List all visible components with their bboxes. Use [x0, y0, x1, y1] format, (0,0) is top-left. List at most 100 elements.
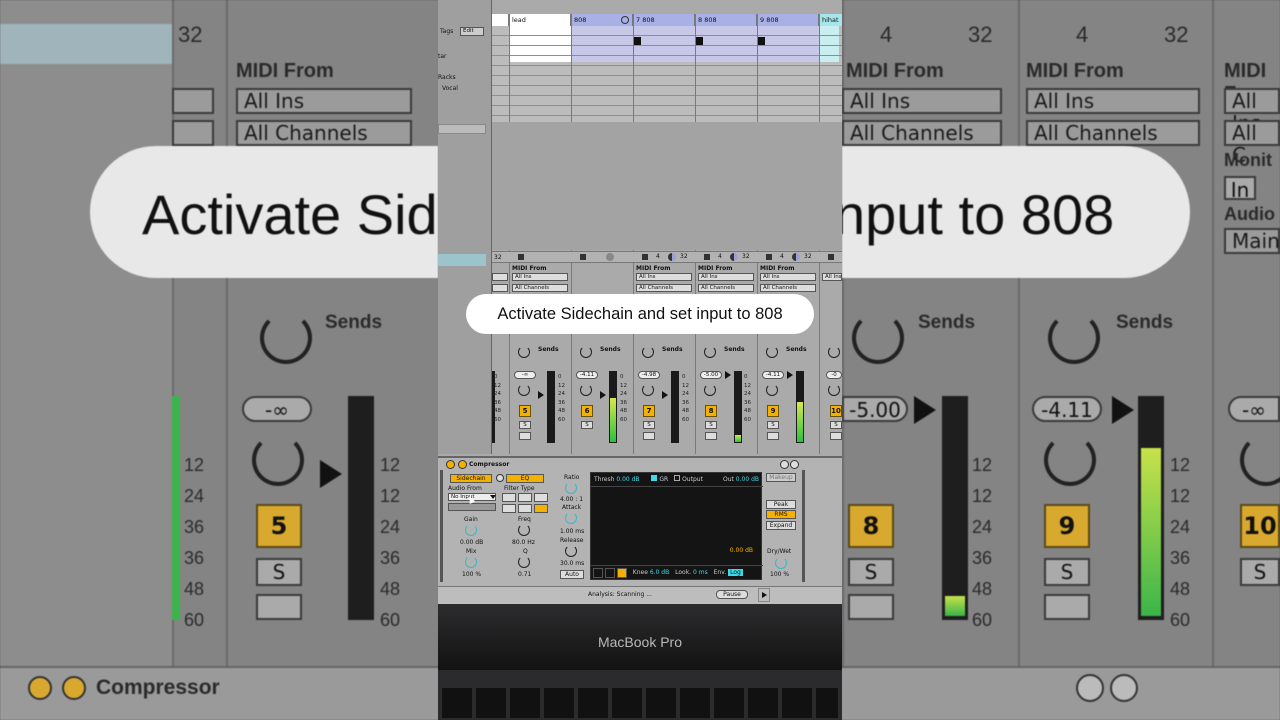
arm-button[interactable] — [705, 432, 717, 440]
mix-knob[interactable] — [465, 556, 477, 568]
fader-arrow-icon[interactable] — [538, 391, 544, 399]
track-header-8-808[interactable]: 8 808 — [695, 14, 757, 26]
filter-bandpass-button[interactable] — [518, 493, 532, 502]
browser-item[interactable]: tar — [438, 53, 447, 60]
ratio-knob[interactable] — [565, 482, 577, 494]
track-header-808[interactable]: 808 — [571, 14, 633, 26]
pan-knob[interactable] — [704, 384, 716, 396]
device-expand-icon[interactable] — [458, 460, 467, 469]
device-power-icon[interactable] — [446, 460, 455, 469]
volume-field[interactable]: -4.11 — [576, 371, 598, 379]
midi-channel-select[interactable]: All Channels — [636, 284, 692, 292]
pan-icon[interactable] — [792, 253, 800, 261]
q-knob[interactable] — [518, 556, 530, 568]
solo-button[interactable]: S — [830, 421, 842, 429]
midi-channel-select[interactable]: All Channels — [760, 284, 816, 292]
filter-lowshelf-button[interactable] — [502, 504, 516, 513]
save-preset-icon[interactable] — [790, 460, 799, 469]
browser-item[interactable]: Vocal — [442, 85, 458, 92]
sidechain-button[interactable]: Sidechain — [450, 474, 492, 483]
send-a-knob[interactable] — [828, 346, 840, 358]
expand-arrow-icon[interactable] — [758, 588, 770, 602]
fader-arrow-icon[interactable] — [787, 371, 793, 379]
arm-button[interactable] — [519, 432, 531, 440]
stop-button[interactable] — [642, 254, 648, 260]
track-header-hihat[interactable]: hihat — [819, 14, 842, 26]
sidechain-eq-button[interactable]: EQ — [506, 474, 544, 483]
env-mode-button[interactable] — [616, 567, 627, 578]
send-a-knob[interactable] — [518, 346, 530, 358]
midi-from-select[interactable]: All Ins — [636, 273, 692, 281]
pan-icon[interactable] — [668, 253, 676, 261]
track-header-9-808[interactable]: 9 808 — [757, 14, 819, 26]
midi-from-select[interactable]: All Ins — [512, 273, 568, 281]
solo-button[interactable]: S — [705, 421, 717, 429]
env-mode-button[interactable] — [593, 567, 603, 578]
hot-swap-icon[interactable] — [780, 460, 789, 469]
send-a-knob[interactable] — [580, 346, 592, 358]
track-activator[interactable]: 6 — [581, 405, 593, 417]
clip-stop-icon[interactable] — [757, 37, 765, 45]
browser-item[interactable]: Racks — [438, 74, 456, 81]
volume-field[interactable]: -5.00 — [700, 371, 722, 379]
send-a-knob[interactable] — [642, 346, 654, 358]
peak-button[interactable]: Peak — [766, 500, 796, 509]
pan-knob[interactable] — [518, 384, 530, 396]
track-header-7-808[interactable]: 7 808 — [633, 14, 695, 26]
fader-arrow-icon[interactable] — [725, 371, 731, 379]
midi-channel-select[interactable] — [492, 284, 508, 292]
stop-button[interactable] — [828, 254, 834, 260]
volume-field[interactable]: -0 — [826, 371, 842, 379]
volume-field[interactable]: -4.98 — [638, 371, 660, 379]
filter-highpass-button[interactable] — [534, 493, 548, 502]
knee-value[interactable]: 6.0 dB — [650, 569, 669, 576]
midi-from-select[interactable]: All Ins — [698, 273, 754, 281]
clip-stop-icon[interactable] — [633, 37, 641, 45]
midi-from-select[interactable]: All Ins — [760, 273, 816, 281]
edit-button[interactable]: Edit — [460, 27, 484, 36]
track-activator[interactable]: 10 — [830, 405, 842, 417]
send-a-knob[interactable] — [766, 346, 778, 358]
clip-stop-icon[interactable] — [695, 37, 703, 45]
pan-knob[interactable] — [828, 384, 840, 396]
track-activator[interactable]: 7 — [643, 405, 655, 417]
solo-button[interactable]: S — [643, 421, 655, 429]
solo-button[interactable]: S — [767, 421, 779, 429]
midi-channel-select[interactable]: All Channels — [512, 284, 568, 292]
release-knob[interactable] — [565, 545, 577, 557]
arm-button[interactable] — [643, 432, 655, 440]
log-button[interactable]: Log — [728, 569, 743, 576]
midi-from-select[interactable] — [492, 273, 508, 281]
filter-highshelf-button[interactable] — [534, 504, 548, 513]
output-toggle[interactable] — [674, 475, 681, 481]
fader-arrow-icon[interactable] — [662, 391, 668, 399]
volume-field[interactable]: -4.11 — [762, 371, 784, 379]
solo-button[interactable]: S — [519, 421, 531, 429]
pan-knob[interactable] — [580, 384, 592, 396]
track-activator[interactable]: 8 — [705, 405, 717, 417]
freq-knob[interactable] — [518, 524, 530, 536]
env-mode-button[interactable] — [604, 567, 615, 578]
stop-button[interactable] — [580, 254, 586, 260]
filter-lowpass-button[interactable] — [502, 493, 516, 502]
sidechain-listen-icon[interactable] — [496, 474, 504, 482]
stop-button[interactable] — [704, 254, 710, 260]
stop-button[interactable] — [766, 254, 772, 260]
group-fold-icon[interactable] — [606, 253, 614, 261]
fader-arrow-icon[interactable] — [600, 391, 606, 399]
makeup-button[interactable]: Makeup — [766, 473, 796, 482]
gain-knob[interactable] — [465, 524, 477, 536]
track-activator[interactable]: 9 — [767, 405, 779, 417]
gr-toggle[interactable] — [651, 475, 658, 481]
solo-button[interactable]: S — [581, 421, 593, 429]
attack-knob[interactable] — [565, 512, 577, 524]
pause-button[interactable]: Pause — [716, 590, 748, 599]
arm-button[interactable] — [830, 432, 842, 440]
thresh-value[interactable]: 0.00 dB — [616, 476, 639, 483]
arm-button[interactable] — [767, 432, 779, 440]
midi-channel-select[interactable]: All Channels — [698, 284, 754, 292]
lookahead-select[interactable]: 0 ms — [693, 569, 708, 576]
expand-button[interactable]: Expand — [766, 521, 796, 530]
pan-knob[interactable] — [642, 384, 654, 396]
track-activator[interactable]: 5 — [519, 405, 531, 417]
